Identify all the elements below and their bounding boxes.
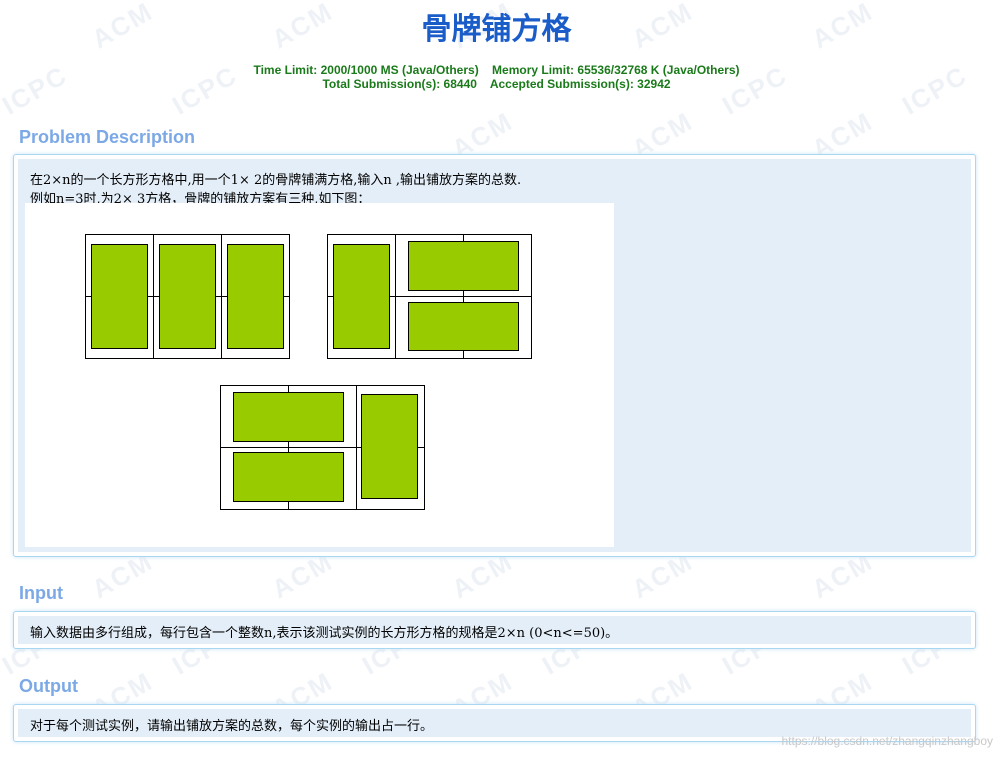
domino-horizontal [408, 302, 519, 351]
domino-vertical [159, 244, 216, 349]
tiling-figure [25, 203, 614, 547]
blog-credit-watermark: https://blog.csdn.net/zhangqinzhangboy [781, 734, 994, 748]
tiling-board-1 [85, 234, 290, 359]
memory-limit: Memory Limit: 65536/32768 K (Java/Others… [492, 63, 740, 77]
output-text: 对于每个测试实例，请输出铺放方案的总数，每个实例的输出占一行。 [30, 719, 434, 734]
section-heading-description: Problem Description [19, 127, 196, 147]
domino-horizontal [233, 452, 344, 502]
total-submissions: Total Submission(s): 68440 [322, 77, 477, 91]
input-text: 输入数据由多行组成，每行包含一个整数n,表示该测试实例的长方形方格的规格是2×n… [30, 626, 619, 641]
domino-horizontal [233, 392, 344, 442]
tiling-board-2 [327, 234, 532, 359]
domino-vertical [227, 244, 284, 349]
limits-line-1: Time Limit: 2000/1000 MS (Java/Others) M… [0, 63, 993, 77]
tiling-board-3 [220, 385, 425, 510]
domino-vertical [91, 244, 148, 349]
domino-vertical [333, 244, 390, 349]
description-line-1: 在2×n的一个长方形方格中,用一个1× 2的骨牌铺满方格,输入n ,输出铺放方案… [30, 173, 522, 188]
limits-line-2: Total Submission(s): 68440 Accepted Subm… [0, 77, 993, 91]
input-panel: 输入数据由多行组成，每行包含一个整数n,表示该测试实例的长方形方格的规格是2×n… [13, 611, 976, 649]
section-heading-output: Output [19, 676, 78, 696]
problem-title: 骨牌铺方格 [421, 12, 572, 47]
domino-vertical [361, 394, 418, 499]
time-limit: Time Limit: 2000/1000 MS (Java/Others) [253, 63, 479, 77]
accepted-submissions: Accepted Submission(s): 32942 [489, 77, 671, 91]
section-heading-input: Input [19, 583, 63, 603]
domino-horizontal [408, 241, 519, 291]
problem-limits: Time Limit: 2000/1000 MS (Java/Others) M… [0, 63, 993, 91]
